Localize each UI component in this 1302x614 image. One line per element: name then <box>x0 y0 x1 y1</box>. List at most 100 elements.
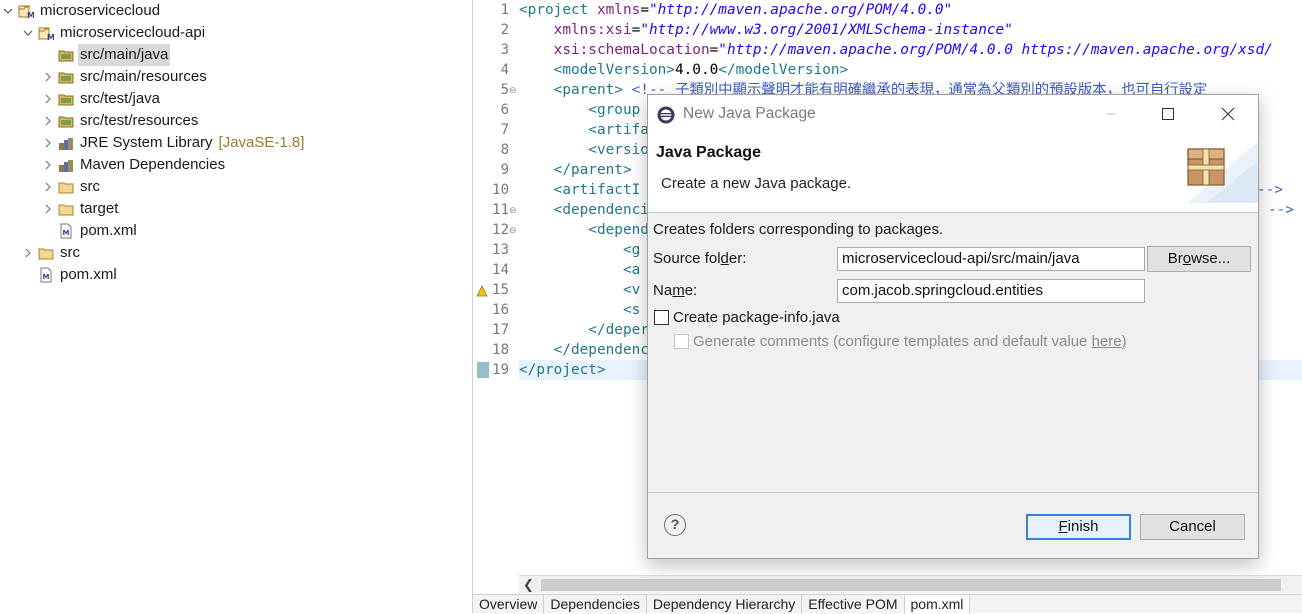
tree-item[interactable]: src <box>22 242 82 264</box>
code-line: </dependenc <box>519 340 649 360</box>
line-number-gutter: 1 2 3 4 5 ⊖ 6 7 8 9 10 11 ⊖ 12 ⊖ 13 14 15 16 17 18 19 <box>473 0 519 578</box>
scroll-left-icon[interactable]: ❮ <box>523 576 534 594</box>
editor-tab[interactable]: pom.xml <box>904 595 971 614</box>
code-line: <group <box>519 100 640 120</box>
code-token: <a <box>519 262 641 278</box>
chevron-right-icon[interactable] <box>42 132 54 154</box>
code-line: <s <box>519 300 640 320</box>
dialog-separator <box>648 492 1258 493</box>
chevron-right-icon[interactable] <box>42 110 54 132</box>
tree-item-label: src <box>60 244 80 261</box>
tree-item[interactable]: Maven Dependencies <box>42 154 227 176</box>
editor-tab[interactable]: Dependency Hierarchy <box>647 595 803 614</box>
banner-heading: Java Package <box>656 144 761 161</box>
maven-project-icon: M <box>38 25 55 42</box>
chevron-right-icon[interactable] <box>22 242 34 264</box>
code-token: xsi:schemaLocation <box>519 42 710 58</box>
generate-comments-text: Generate comments (configure templates a… <box>693 333 1092 350</box>
source-folder-icon <box>58 91 74 107</box>
code-line: <artifactI <box>519 180 641 200</box>
tree-item[interactable]: src/test/resources <box>42 110 200 132</box>
fold-toggle-icon[interactable]: ⊖ <box>509 200 518 220</box>
line-number: 9 <box>500 162 509 178</box>
line-number: 3 <box>500 42 509 58</box>
code-line: </parent> <box>519 160 632 180</box>
tree-item[interactable]: Mpom.xml <box>42 220 139 242</box>
line-number: 2 <box>500 22 509 38</box>
line-number: 10 <box>492 182 509 198</box>
source-folder-icon <box>58 113 74 129</box>
chevron-right-icon[interactable] <box>42 198 54 220</box>
code-token: 4.0.0 <box>674 62 719 78</box>
chevron-right-icon[interactable] <box>42 88 54 110</box>
tree-item[interactable]: src/test/java <box>42 88 162 110</box>
minimize-icon[interactable] <box>1088 95 1134 133</box>
library-icon <box>58 157 74 173</box>
warning-marker-icon[interactable] <box>476 284 488 297</box>
scrollbar-thumb[interactable] <box>541 579 1281 591</box>
line-number: 5 <box>500 82 509 98</box>
project-explorer: Mmicroservicecloud Mmicroservicecloud-api… <box>0 0 472 613</box>
chevron-down-icon[interactable] <box>22 22 34 44</box>
chevron-down-icon[interactable] <box>2 0 14 22</box>
code-token: "http://www.w3.org/2001/XMLSchema-instan… <box>640 22 1013 38</box>
code-token: <artifactI <box>519 182 641 198</box>
dialog-title: New Java Package <box>683 105 816 122</box>
code-token: <modelVersion> <box>519 62 675 78</box>
fold-toggle-icon[interactable]: ⊖ <box>509 80 518 100</box>
maximize-icon[interactable] <box>1145 95 1191 133</box>
generate-comments-checkbox[interactable] <box>674 334 689 349</box>
code-token: <v <box>519 282 641 298</box>
tree-item-label: Maven Dependencies <box>80 156 226 173</box>
code-token: </project> <box>519 362 606 378</box>
line-number: 18 <box>492 342 509 358</box>
current-line-marker <box>477 362 489 378</box>
comment-fragment: --> <box>1257 182 1283 198</box>
fold-toggle-icon[interactable]: ⊖ <box>509 220 518 240</box>
help-icon[interactable]: ? <box>664 514 686 536</box>
package-name-field[interactable]: com.jacob.springcloud.entities <box>837 279 1145 303</box>
tree-item[interactable]: target <box>42 198 120 220</box>
line-number: 13 <box>492 242 509 258</box>
svg-text:M: M <box>27 11 34 19</box>
chevron-right-icon[interactable] <box>42 176 54 198</box>
code-token: = <box>631 22 641 38</box>
tree-item[interactable]: src <box>42 176 102 198</box>
tree-item-label: target <box>80 200 119 217</box>
create-package-info-checkbox[interactable] <box>654 310 669 325</box>
chevron-right-icon[interactable] <box>42 154 54 176</box>
code-token: "http://maven.apache.org/POM/4.0.0 https… <box>718 42 1273 58</box>
create-package-info-label[interactable]: Create package-info.java <box>673 309 840 326</box>
xml-file-icon: M <box>58 223 74 239</box>
finish-button[interactable]: Finish <box>1026 514 1131 540</box>
code-token: "http://maven.apache.org/POM/4.0.0" <box>648 2 953 18</box>
tree-item[interactable]: src/main/resources <box>42 66 209 88</box>
code-token: = <box>709 42 719 58</box>
horizontal-scrollbar[interactable]: ❮ <box>519 575 1302 593</box>
editor-tab[interactable]: Dependencies <box>544 595 647 614</box>
name-label: Name: <box>653 282 698 299</box>
code-line: xmlns:xsi="http://www.w3.org/2001/XMLSch… <box>519 20 1013 40</box>
dialog-titlebar[interactable]: New Java Package <box>648 95 1258 133</box>
chevron-right-icon[interactable] <box>42 66 54 88</box>
tree-item[interactable]: JRE System Library [JavaSE-1.8] <box>42 132 304 154</box>
folder-icon <box>58 179 74 195</box>
configure-templates-link[interactable]: here <box>1092 333 1122 350</box>
code-token: <g <box>519 242 641 258</box>
editor-tab[interactable]: Effective POM <box>802 595 905 614</box>
banner-description: Create a new Java package. <box>661 175 852 192</box>
browse-button[interactable]: Browse... <box>1147 246 1251 272</box>
cancel-button[interactable]: Cancel <box>1140 514 1245 540</box>
source-folder-field[interactable]: microservicecloud-api/src/main/java <box>837 247 1145 271</box>
code-line: <depend <box>519 220 649 240</box>
tree-item[interactable]: src/main/java <box>42 44 171 66</box>
tree-item[interactable]: Mmicroservicecloud <box>2 0 162 22</box>
tree-item[interactable]: Mpom.xml <box>22 264 119 286</box>
code-line: <artifa <box>519 120 649 140</box>
tree-item[interactable]: Mmicroservicecloud-api <box>22 22 207 44</box>
close-icon[interactable] <box>1205 95 1251 133</box>
code-line: <project xmlns="http://maven.apache.org/… <box>519 0 952 20</box>
svg-text:M: M <box>63 229 70 237</box>
code-line: <dependenci <box>519 200 649 220</box>
editor-tab[interactable]: Overview <box>473 595 545 614</box>
